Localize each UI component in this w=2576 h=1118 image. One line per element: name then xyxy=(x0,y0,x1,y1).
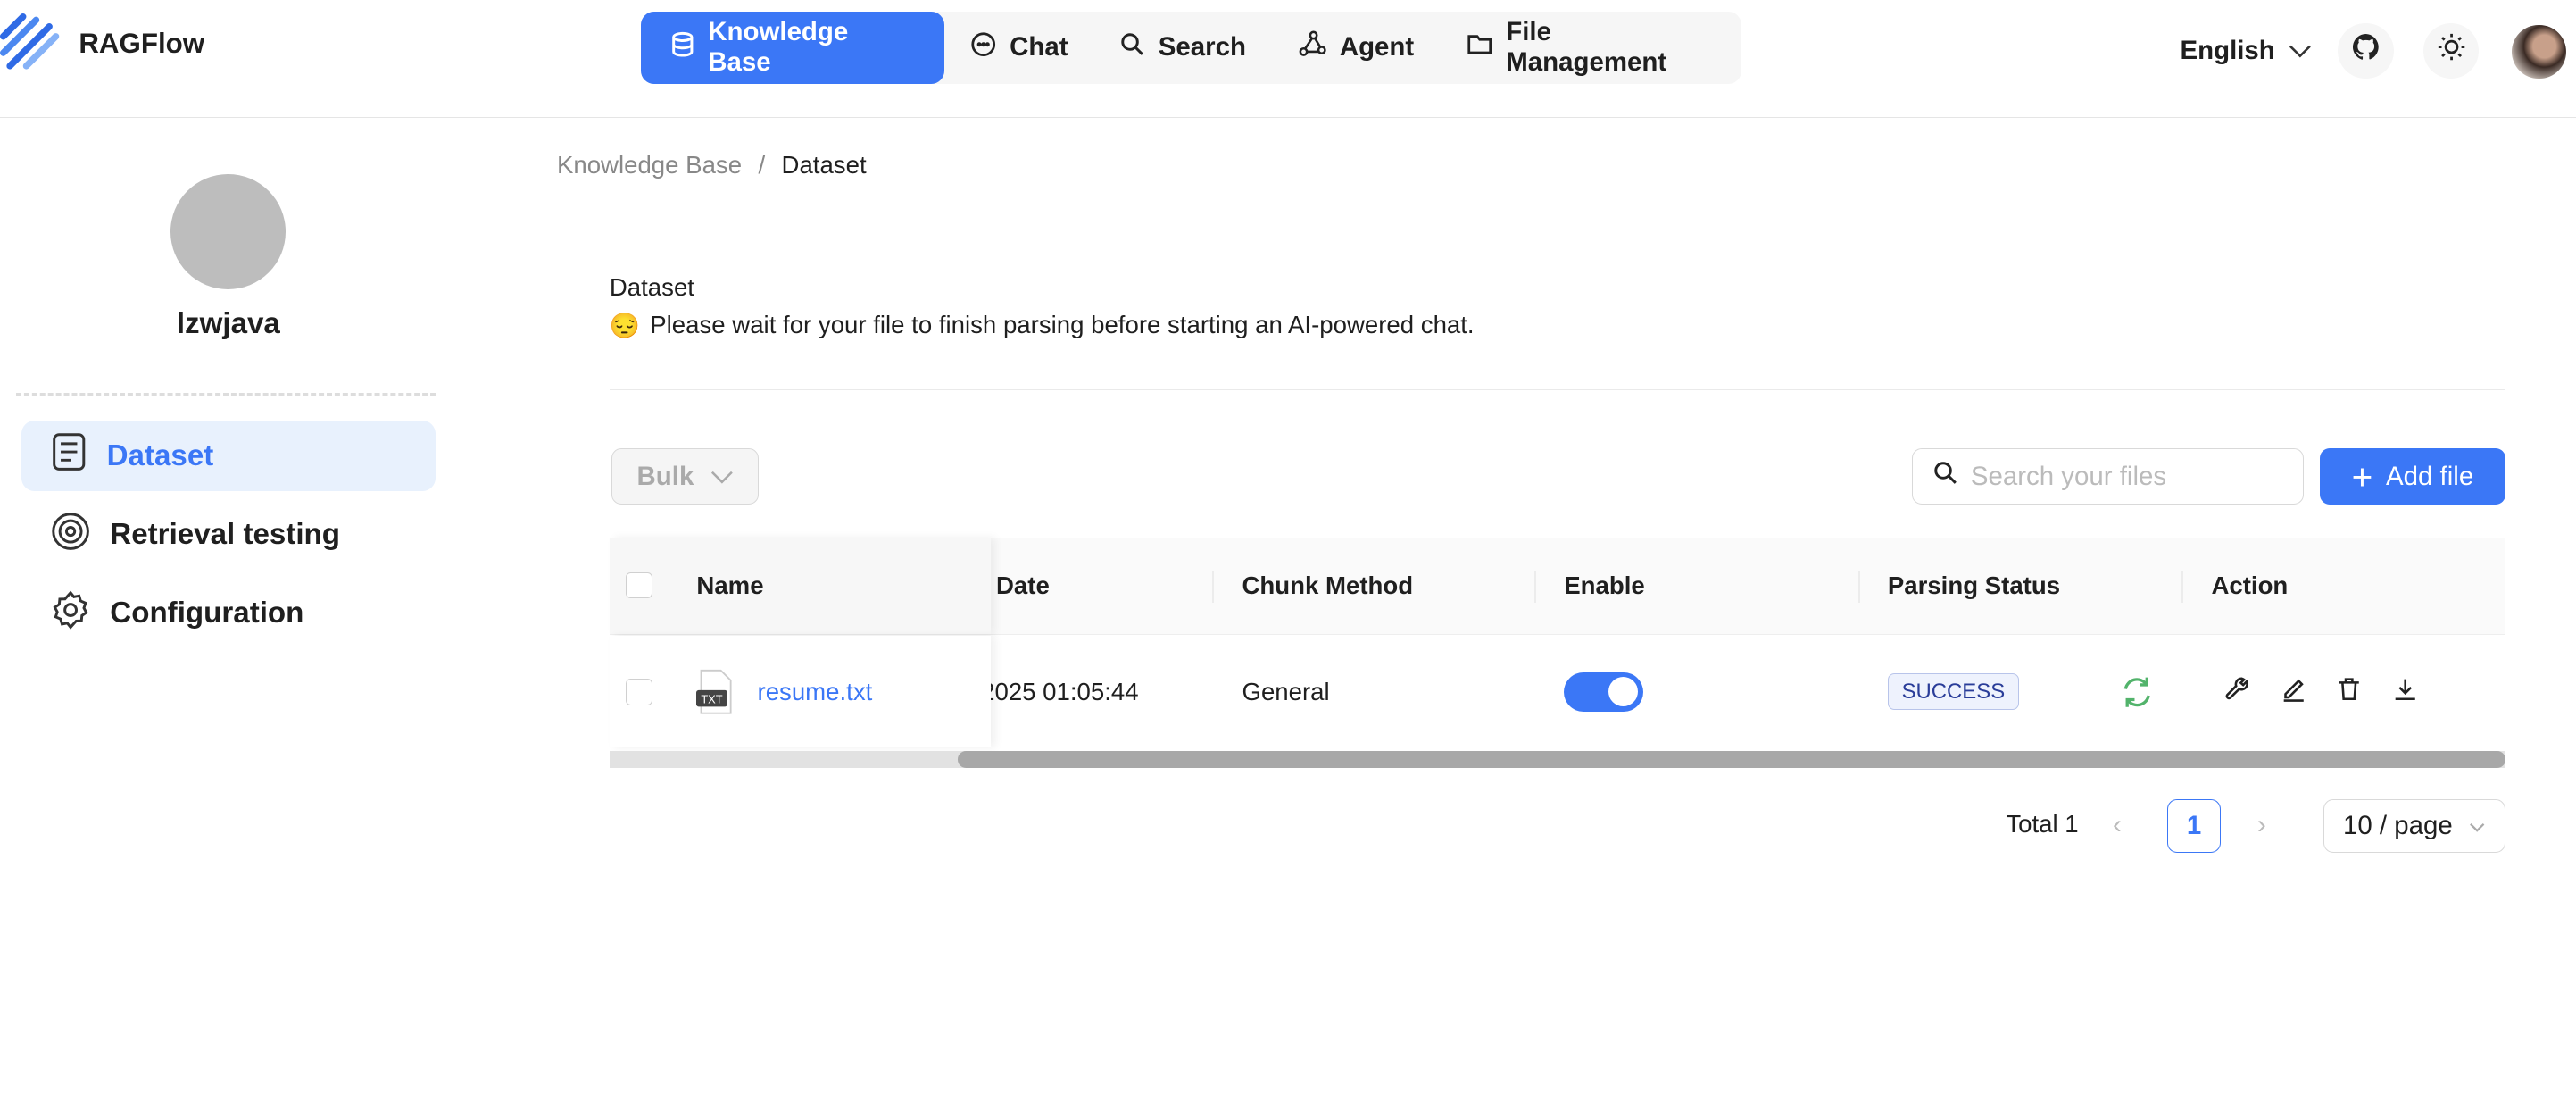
chevron-down-icon xyxy=(710,462,734,492)
add-file-button[interactable]: + Add file xyxy=(2319,448,2505,505)
cell-chunk-method[interactable]: General xyxy=(1242,636,1329,747)
edit-icon[interactable] xyxy=(2281,676,2306,708)
database-icon xyxy=(670,31,695,64)
delete-icon[interactable] xyxy=(2336,676,2362,708)
fixed-name-cell: TXT resume.txt xyxy=(609,636,991,748)
language-selector[interactable]: English xyxy=(2180,36,2311,66)
theme-toggle-button[interactable] xyxy=(2422,22,2480,79)
nav-knowledge-base[interactable]: Knowledge Base xyxy=(640,11,944,84)
page-size-select[interactable]: 10 / page xyxy=(2323,798,2505,854)
reparse-icon[interactable] xyxy=(2119,636,2155,747)
sidebar-item-dataset[interactable]: Dataset xyxy=(21,421,436,492)
wrench-icon[interactable] xyxy=(2224,676,2250,708)
status-badge: SUCCESS xyxy=(1887,636,2019,747)
search-icon xyxy=(1933,461,1958,493)
row-actions xyxy=(2224,636,2418,747)
fixed-header-cell: Name xyxy=(609,537,991,635)
main-nav: Knowledge Base Chat Search Agent File Ma… xyxy=(640,11,1742,84)
scrollbar-thumb[interactable] xyxy=(958,751,2505,768)
gear-icon xyxy=(51,590,90,638)
nav-file-management[interactable]: File Management xyxy=(1441,12,1741,84)
total-count: Total 1 xyxy=(2006,810,2079,838)
column-name: Name xyxy=(696,572,764,600)
ragflow-logo-icon xyxy=(0,13,62,79)
chat-icon xyxy=(970,31,996,64)
prev-page-button[interactable]: ‹ xyxy=(2113,810,2122,840)
target-icon xyxy=(51,512,90,559)
nav-search[interactable]: Search xyxy=(1094,12,1272,84)
file-name-link[interactable]: resume.txt xyxy=(758,636,873,747)
column-action: Action xyxy=(2211,572,2289,600)
cell-date: /2025 01:05:44 xyxy=(974,677,1139,705)
search-files-input[interactable]: Search your files xyxy=(1912,448,2304,505)
page-title: Dataset xyxy=(609,272,694,301)
enable-toggle[interactable] xyxy=(1564,636,1643,747)
select-all-checkbox[interactable] xyxy=(626,572,652,599)
bulk-button[interactable]: Bulk xyxy=(611,448,760,505)
column-enable: Enable xyxy=(1564,572,1645,600)
download-icon[interactable] xyxy=(2392,676,2418,708)
divider xyxy=(609,389,2505,390)
sidebar-item-configuration[interactable]: Configuration xyxy=(21,579,436,649)
column-chunk-method: Chunk Method xyxy=(1242,572,1414,600)
breadcrumb-knowledge-base[interactable]: Knowledge Base xyxy=(557,151,742,179)
nav-agent[interactable]: Agent xyxy=(1272,12,1440,84)
page-1-button[interactable]: 1 xyxy=(2166,798,2222,854)
search-icon xyxy=(1120,32,1145,64)
horizontal-scrollbar[interactable] xyxy=(609,751,2505,768)
github-icon xyxy=(2352,34,2379,67)
agent-icon xyxy=(1299,30,1326,65)
user-avatar[interactable] xyxy=(2512,24,2566,79)
plus-icon: + xyxy=(2351,455,2373,497)
txt-file-icon: TXT xyxy=(696,669,735,715)
svg-text:TXT: TXT xyxy=(702,693,723,706)
parsing-notice: 😔 Please wait for your file to finish par… xyxy=(609,310,1475,339)
github-button[interactable] xyxy=(2338,22,2394,79)
table-row: /2025 01:05:44 General SUCCESS TXT resum… xyxy=(609,636,2505,748)
dataset-avatar xyxy=(170,174,287,289)
breadcrumb-current: Dataset xyxy=(781,151,867,179)
username: lzwjava xyxy=(176,307,280,341)
row-checkbox[interactable] xyxy=(626,679,652,705)
sidebar-divider xyxy=(16,392,436,396)
next-page-button[interactable]: › xyxy=(2257,810,2266,840)
table-header: d Date Chunk Method Enable Parsing Statu… xyxy=(609,537,2505,636)
app-name: RAGFlow xyxy=(79,28,205,60)
sidebar-item-retrieval-testing[interactable]: Retrieval testing xyxy=(21,500,436,571)
top-header: RAGFlow Knowledge Base Chat Search Agent… xyxy=(0,0,2576,118)
document-icon xyxy=(51,432,87,480)
chevron-down-icon xyxy=(2289,36,2312,66)
sun-icon xyxy=(2437,32,2466,69)
column-parsing-status: Parsing Status xyxy=(1887,572,2061,600)
chevron-down-icon xyxy=(2469,811,2485,841)
folder-icon xyxy=(1467,32,1492,64)
nav-chat[interactable]: Chat xyxy=(944,12,1094,84)
breadcrumb: Knowledge Base / Dataset xyxy=(556,151,867,179)
